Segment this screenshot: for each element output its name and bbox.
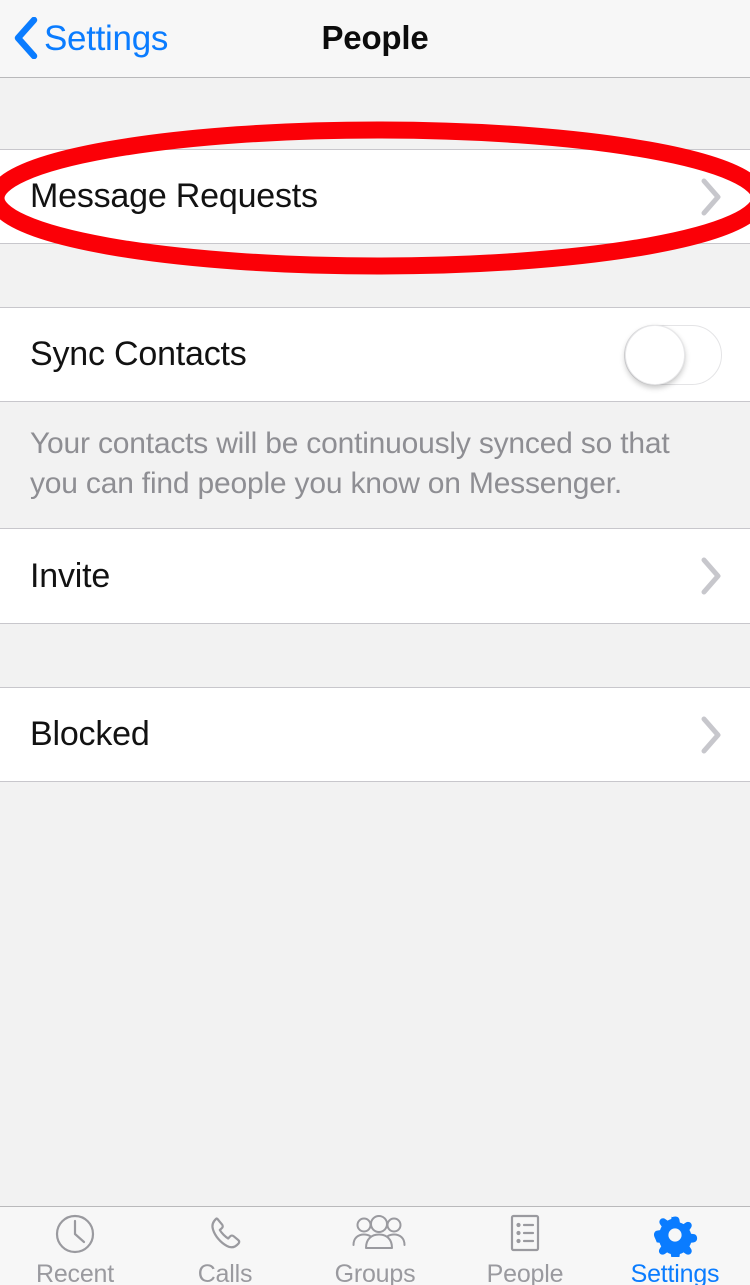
section-gap (0, 244, 750, 307)
tab-calls[interactable]: Calls (150, 1207, 300, 1285)
clock-icon (51, 1213, 99, 1257)
row-invite[interactable]: Invite (0, 529, 750, 624)
tab-people[interactable]: People (450, 1207, 600, 1285)
list-icon (501, 1213, 549, 1257)
chevron-right-icon (700, 178, 722, 216)
settings-list: Message Requests Sync Contacts Your cont… (0, 78, 750, 1206)
sync-contacts-toggle[interactable] (624, 324, 722, 385)
tab-label: Settings (630, 1260, 720, 1285)
empty-area (0, 782, 750, 1202)
gear-icon (651, 1213, 699, 1261)
row-blocked[interactable]: Blocked (0, 687, 750, 782)
toggle-knob (625, 324, 685, 385)
app-screen: Settings People Message Requests Sync Co… (0, 0, 750, 1285)
tab-label: Calls (197, 1260, 253, 1285)
description-text: Your contacts will be continuously synce… (30, 427, 670, 500)
row-message-requests[interactable]: Message Requests (0, 149, 750, 244)
tab-recent[interactable]: Recent (0, 1207, 150, 1285)
page-title: People (321, 19, 429, 56)
navigation-bar: Settings People (0, 0, 750, 78)
tab-settings[interactable]: Settings (600, 1207, 750, 1285)
tab-label: People (486, 1260, 564, 1285)
section-gap (0, 624, 750, 687)
people-group-icon (351, 1213, 406, 1257)
tab-label: Recent (35, 1260, 114, 1285)
row-label: Message Requests (30, 177, 318, 215)
sync-contacts-description: Your contacts will be continuously synce… (0, 402, 750, 529)
chevron-right-icon (700, 557, 722, 595)
row-sync-contacts[interactable]: Sync Contacts (0, 307, 750, 402)
tab-groups[interactable]: Groups (300, 1207, 450, 1285)
row-label: Invite (30, 556, 111, 595)
tab-label: Groups (334, 1260, 416, 1285)
phone-icon (201, 1213, 249, 1257)
tab-bar: Recent Calls Groups People Settings (0, 1206, 750, 1285)
chevron-right-icon (700, 716, 722, 754)
section-gap-top (0, 78, 750, 149)
row-label: Blocked (30, 715, 150, 753)
row-label: Sync Contacts (30, 335, 247, 373)
